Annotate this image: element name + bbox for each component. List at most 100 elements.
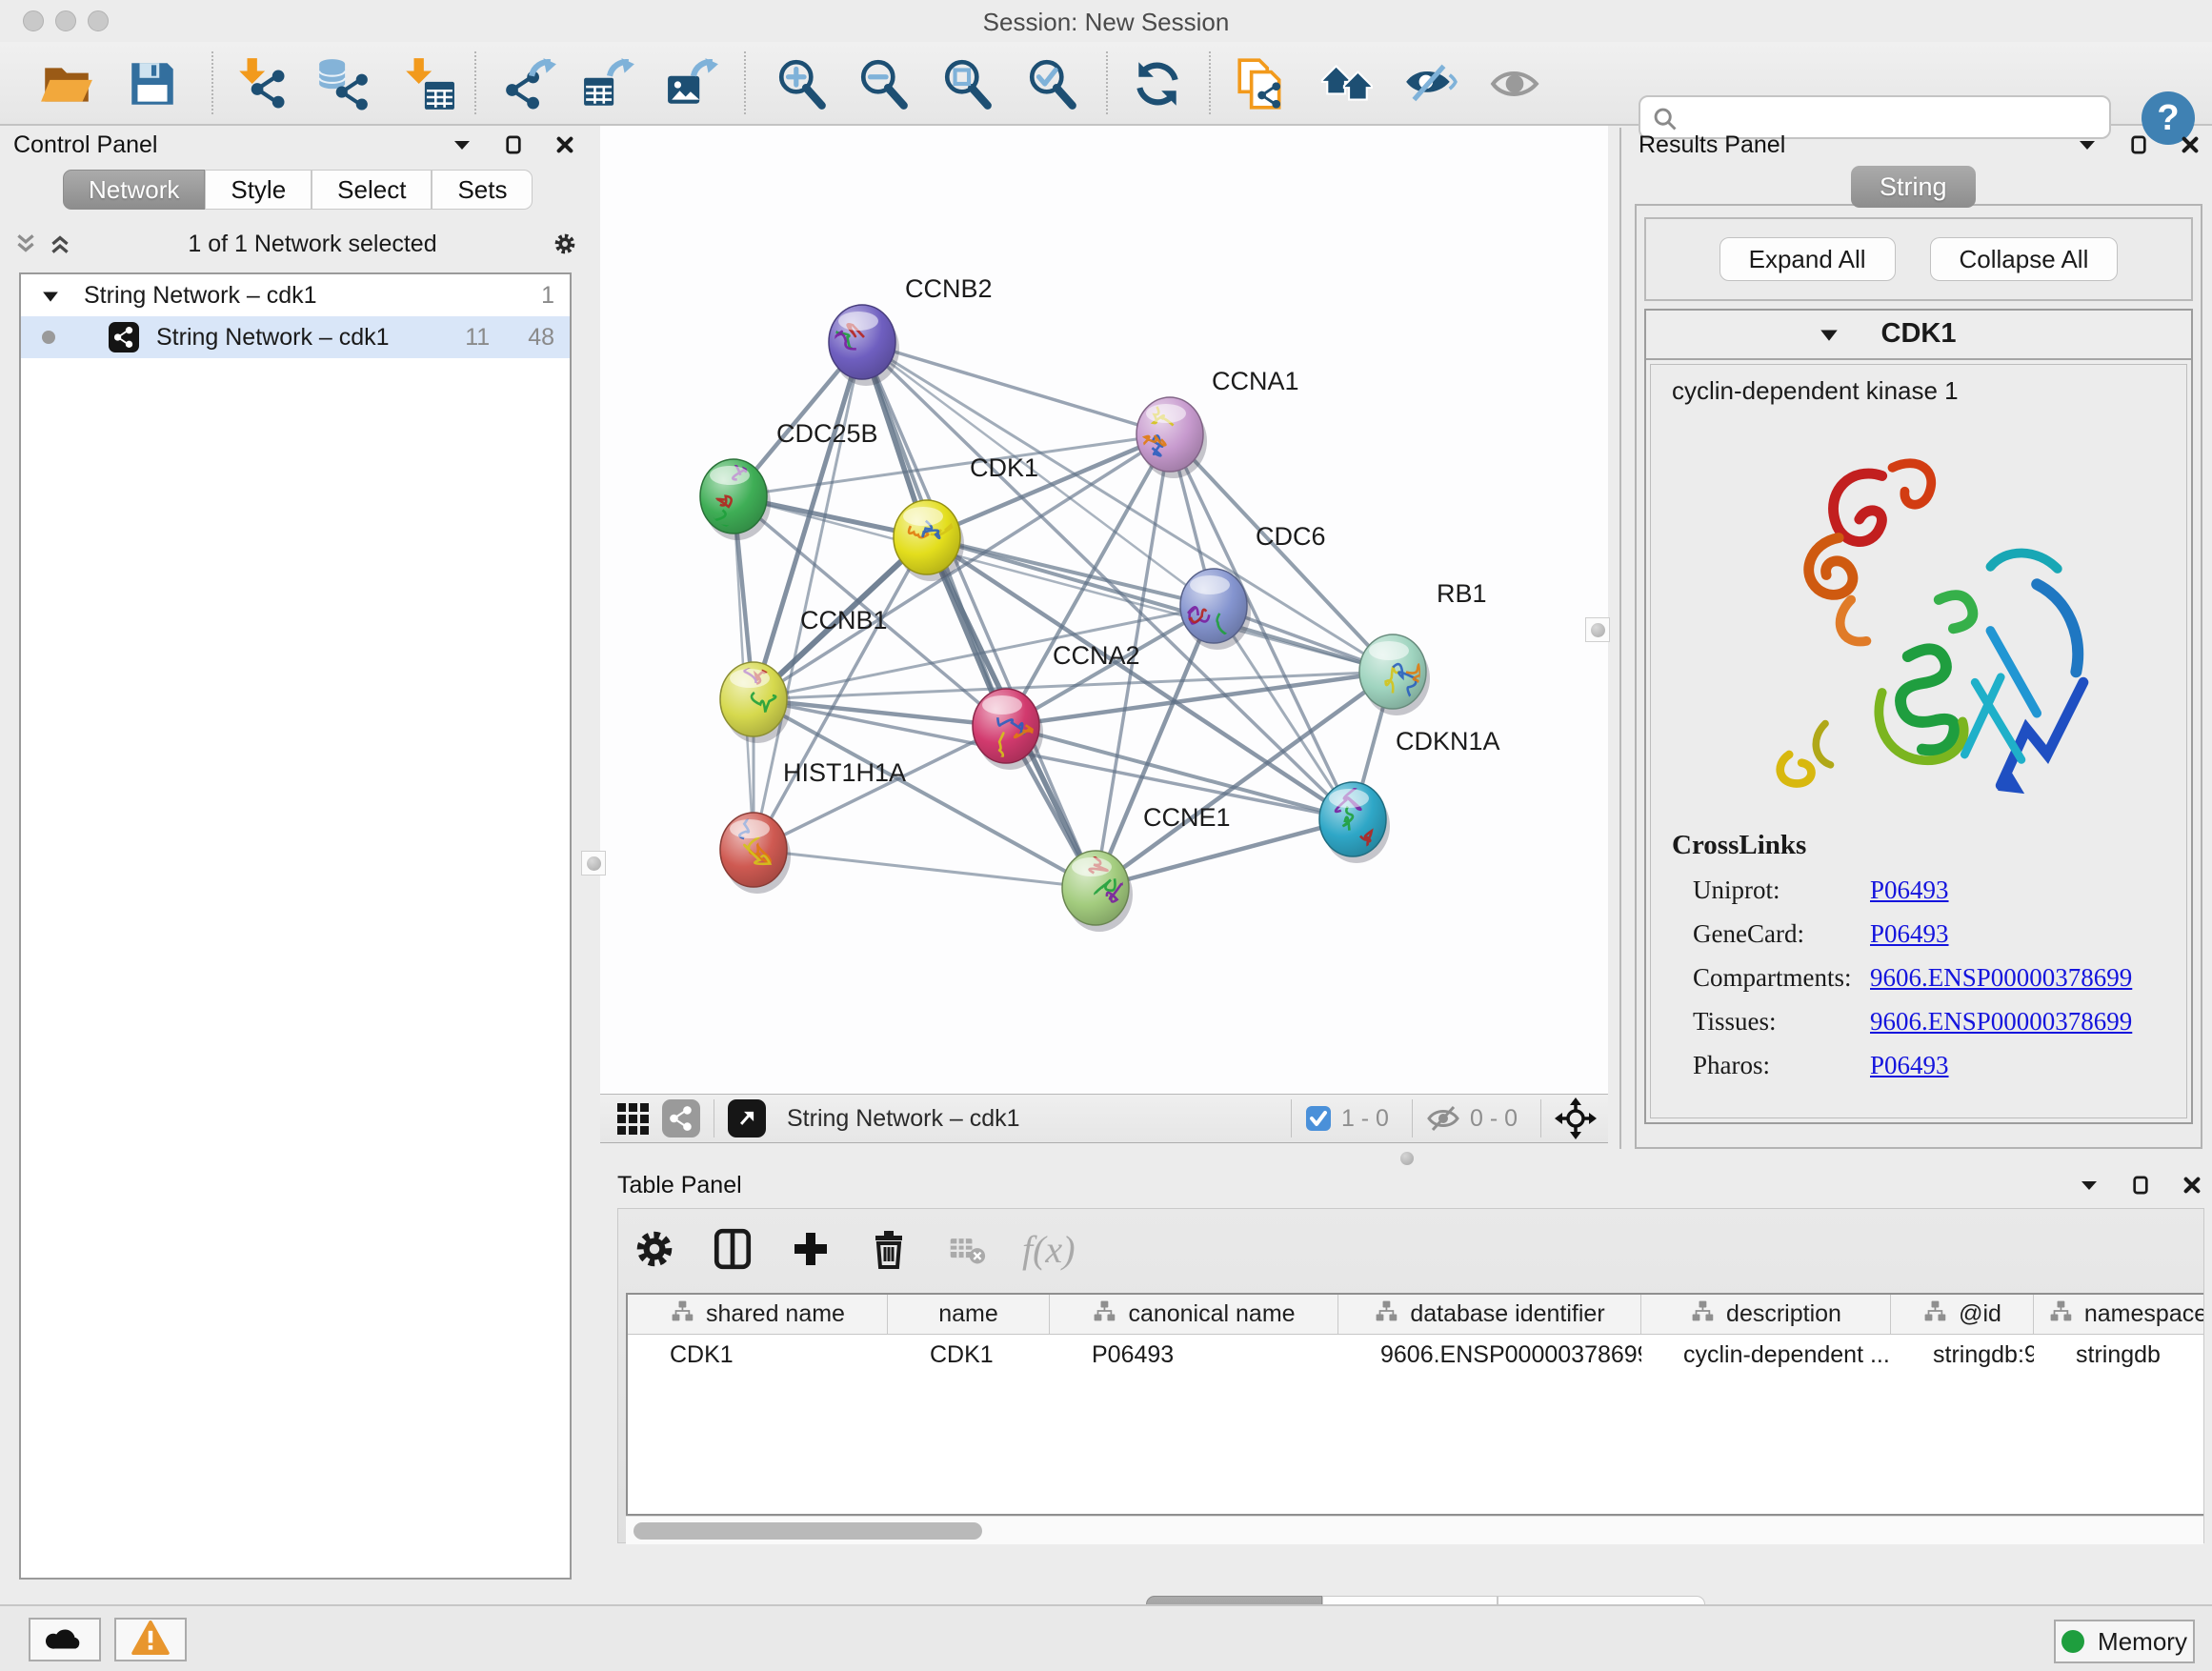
protein-section-header[interactable]: CDK1 — [1646, 311, 2191, 360]
open-session-button[interactable] — [36, 53, 97, 114]
network-node-CCNA2[interactable] — [973, 689, 1043, 770]
import-table-button[interactable] — [397, 53, 458, 114]
network-node-CCNE1[interactable] — [1062, 851, 1133, 932]
column-header-shared-name[interactable]: shared name — [628, 1295, 888, 1334]
network-options-gear-icon[interactable] — [553, 232, 577, 256]
network-view: CCNB2CCNA1CDC25BCDK1CDC6RB1CCNB1CCNA2CDK… — [600, 126, 1608, 1143]
node-table: shared namenamecanonical namedatabase id… — [626, 1293, 2203, 1516]
open-in-new-window-icon[interactable] — [728, 1099, 766, 1137]
delete-column-trash-icon[interactable] — [866, 1226, 912, 1272]
warnings-button[interactable] — [114, 1618, 187, 1661]
column-header-canonical-name[interactable]: canonical name — [1050, 1295, 1338, 1334]
horizontal-splitter-handle[interactable] — [1400, 1152, 1414, 1165]
selected-checkbox[interactable] — [1305, 1105, 1332, 1132]
node-label-CCNA1: CCNA1 — [1212, 367, 1299, 395]
column-header-namespace[interactable]: namespace — [2034, 1295, 2203, 1334]
network-node-CDK1[interactable] — [894, 500, 964, 581]
expand-all-networks-icon[interactable] — [48, 232, 72, 256]
network-edge-CDK1-RB1[interactable] — [927, 537, 1393, 672]
zoom-selected-button[interactable] — [1022, 53, 1083, 114]
scrollbar-thumb[interactable] — [633, 1522, 982, 1540]
column-header-description[interactable]: description — [1641, 1295, 1891, 1334]
disclosure-triangle-icon[interactable] — [42, 282, 59, 310]
network-edge-CCNE1-HIST1H1A[interactable] — [754, 850, 1096, 888]
results-panel-close-panel-icon[interactable] — [2178, 132, 2202, 157]
network-overview-icon[interactable] — [662, 1099, 700, 1137]
crosslink-link[interactable]: P06493 — [1870, 1051, 1949, 1079]
automation-cloud-button[interactable] — [29, 1618, 101, 1661]
move-crosshair-icon[interactable] — [1555, 1097, 1597, 1139]
birdseye-grid-icon[interactable] — [617, 1103, 649, 1135]
zoom-in-button[interactable] — [772, 53, 833, 114]
table-settings-gear-icon[interactable] — [632, 1226, 677, 1272]
network-edge-CCNA2-HIST1H1A[interactable] — [754, 726, 1006, 850]
zoom-out-button[interactable] — [854, 53, 915, 114]
save-session-button[interactable] — [122, 53, 183, 114]
control-panel-float-panel-icon[interactable] — [501, 132, 526, 157]
add-column-plus-icon[interactable] — [788, 1226, 834, 1272]
table-row[interactable]: CDK1CDK1P064939606.ENSP00000378699cyclin… — [628, 1335, 2203, 1375]
tab-style[interactable]: Style — [205, 170, 312, 210]
network-row[interactable]: String Network – cdk1 11 48 — [21, 316, 570, 358]
network-node-HIST1H1A[interactable] — [720, 813, 791, 894]
network-edge-CCNB2-CCNE1[interactable] — [862, 342, 1096, 888]
column-type-icon — [1374, 1299, 1398, 1330]
tab-network[interactable]: Network — [63, 170, 205, 210]
network-node-CDC25B[interactable] — [700, 459, 771, 540]
table-cell[interactable]: stringdb — [2034, 1335, 2203, 1375]
memory-button[interactable]: Memory — [2054, 1620, 2195, 1663]
table-horizontal-scrollbar[interactable] — [626, 1516, 2203, 1544]
zoom-fit-button[interactable] — [937, 53, 998, 114]
table-cell[interactable]: cyclin-dependent ... — [1641, 1335, 1891, 1375]
collapse-all-button[interactable]: Collapse All — [1930, 237, 2119, 281]
results-panel-float-panel-icon[interactable] — [2126, 132, 2151, 157]
table-cell[interactable]: CDK1 — [888, 1335, 1050, 1375]
control-panel-close-panel-icon[interactable] — [553, 132, 577, 157]
table-cell[interactable]: 9606.ENSP00000378699 — [1338, 1335, 1641, 1375]
first-neighbors-button[interactable] — [1317, 53, 1377, 114]
hide-selected-button[interactable] — [1399, 53, 1460, 114]
table-panel-close-panel-icon[interactable] — [2180, 1173, 2204, 1198]
control-panel-dropdown-triangle-icon[interactable] — [450, 132, 474, 157]
apply-layout-button[interactable] — [1127, 53, 1188, 114]
hide-selected-icon — [1402, 56, 1458, 111]
collapse-all-networks-icon[interactable] — [13, 232, 38, 256]
column-header-name[interactable]: name — [888, 1295, 1050, 1334]
column-header-database-identifier[interactable]: database identifier — [1338, 1295, 1641, 1334]
column-header--id[interactable]: @id — [1891, 1295, 2034, 1334]
node-label-CDK1: CDK1 — [970, 453, 1038, 482]
crosslink-link[interactable]: 9606.ENSP00000378699 — [1870, 1007, 2132, 1036]
network-node-CDKN1A[interactable] — [1319, 782, 1390, 863]
network-collection-row[interactable]: String Network – cdk1 1 — [21, 274, 570, 316]
export-network-button[interactable] — [500, 53, 561, 114]
export-image-button[interactable] — [663, 53, 724, 114]
table-cell[interactable]: CDK1 — [628, 1335, 888, 1375]
tab-select[interactable]: Select — [312, 170, 432, 210]
table-panel-dropdown-triangle-icon[interactable] — [2077, 1173, 2101, 1198]
left-splitter-handle[interactable] — [581, 851, 606, 876]
export-table-button[interactable] — [579, 53, 640, 114]
window-title: Session: New Session — [0, 8, 2212, 37]
expand-all-button[interactable]: Expand All — [1719, 237, 1896, 281]
crosslink-link[interactable]: P06493 — [1870, 876, 1949, 904]
network-node-CCNA1[interactable] — [1136, 397, 1207, 478]
table-cell[interactable]: stringdb:9... — [1891, 1335, 2034, 1375]
table-cell[interactable]: P06493 — [1050, 1335, 1338, 1375]
crosslink-link[interactable]: P06493 — [1870, 919, 1949, 948]
crosslink-link[interactable]: 9606.ENSP00000378699 — [1870, 963, 2132, 992]
import-network-from-database-button[interactable] — [312, 53, 372, 114]
right-splitter-handle[interactable] — [1585, 617, 1610, 642]
show-columns-icon[interactable] — [710, 1226, 755, 1272]
network-node-RB1[interactable] — [1359, 634, 1430, 715]
import-network-from-file-button[interactable] — [231, 53, 292, 114]
tab-sets[interactable]: Sets — [432, 170, 533, 210]
selected-count: 1 - 0 — [1341, 1105, 1389, 1133]
table-panel-float-panel-icon[interactable] — [2128, 1173, 2153, 1198]
new-network-from-selection-button[interactable] — [1231, 53, 1292, 114]
crosslink-row: Tissues:9606.ENSP00000378699 — [1693, 1007, 2132, 1037]
network-canvas[interactable]: CCNB2CCNA1CDC25BCDK1CDC6RB1CCNB1CCNA2CDK… — [600, 126, 1608, 1094]
show-all-button[interactable] — [1484, 53, 1545, 114]
vertical-splitter[interactable] — [1619, 128, 1621, 1149]
tab-string[interactable]: String — [1851, 166, 1976, 208]
results-panel-dropdown-triangle-icon[interactable] — [2075, 132, 2100, 157]
